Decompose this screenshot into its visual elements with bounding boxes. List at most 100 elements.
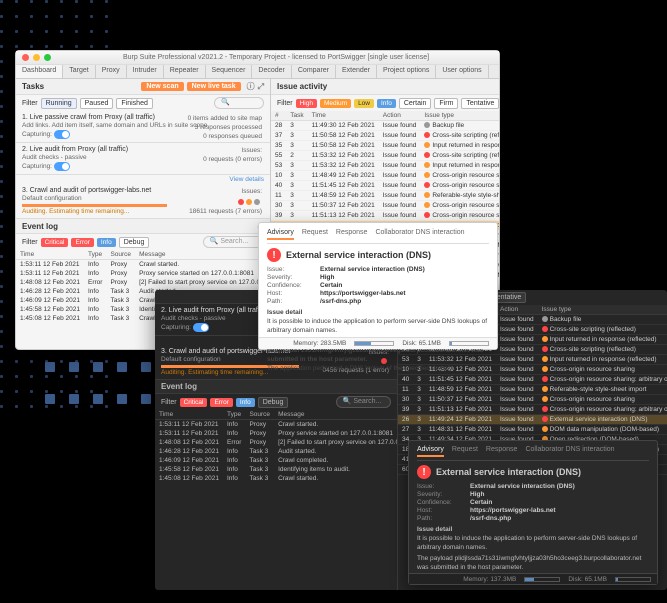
issue-row[interactable]: 40311:51:45 12 Feb 2021Issue foundCross-… (271, 181, 499, 191)
tab-request[interactable]: Request (452, 446, 478, 457)
tab-request[interactable]: Request (302, 229, 328, 240)
close-icon[interactable] (22, 54, 29, 61)
dark-advisory-tabs: Advisory Request Response Collaborator D… (417, 446, 649, 461)
eventlog-search[interactable]: 🔍 Search... (203, 236, 264, 248)
task-card-1[interactable]: 1. Live passive crawl from Proxy (all tr… (16, 111, 270, 143)
tab-collab[interactable]: Collaborator DNS interaction (375, 229, 464, 240)
tab-advisory[interactable]: Advisory (267, 229, 294, 240)
evlog-row[interactable]: 1:46:28 12 Feb 2021InfoTask 3Audit start… (155, 447, 397, 456)
chip-medium[interactable]: Medium (320, 99, 351, 108)
chip-info[interactable]: Info (377, 99, 396, 108)
chip-high[interactable]: High (296, 99, 317, 108)
issue-row[interactable]: 28311:49:30 12 Feb 2021Issue foundBackup… (271, 121, 499, 131)
tab-extender[interactable]: Extender (336, 65, 377, 78)
chip-critical[interactable]: Critical (41, 238, 69, 247)
tab-advisory[interactable]: Advisory (417, 446, 444, 457)
tasks-search[interactable]: 🔍 (214, 97, 264, 109)
issue-row[interactable]: 39311:51:13 12 Feb 2021Issue foundCross-… (398, 405, 667, 415)
col-type[interactable]: Type (223, 410, 245, 420)
issue-row[interactable]: 10311:48:49 12 Feb 2021Issue foundCross-… (271, 171, 499, 181)
chip-info[interactable]: Info (236, 398, 255, 407)
evlog-row[interactable]: 1:48:08 12 Feb 2021ErrorProxy[2] Failed … (155, 438, 397, 447)
chip-info[interactable]: Info (97, 238, 116, 247)
chip-tentative[interactable]: Tentative (461, 98, 499, 109)
col-source[interactable]: Source (245, 410, 274, 420)
chip-critical[interactable]: Critical (180, 398, 208, 407)
evlog-row[interactable]: 1:45:08 12 Feb 2021InfoTask 3Crawl start… (155, 474, 397, 483)
chip-certain[interactable]: Certain (399, 98, 432, 109)
tab-repeater[interactable]: Repeater (164, 65, 206, 78)
dark-evlog-search[interactable]: 🔍 Search... (336, 396, 391, 408)
tab-response[interactable]: Response (486, 446, 518, 457)
new-scan-button[interactable]: New scan (141, 82, 183, 91)
issue-row[interactable]: 40311:51:45 12 Feb 2021Issue foundCross-… (398, 375, 667, 385)
tab-target[interactable]: Target (63, 65, 95, 78)
capturing-toggle-icon[interactable] (54, 162, 70, 171)
tab-proxy[interactable]: Proxy (96, 65, 127, 78)
chip-debug[interactable]: Debug (258, 397, 289, 408)
capturing-toggle-icon[interactable] (193, 323, 209, 332)
issue-row[interactable]: 30311:50:37 12 Feb 2021Issue foundCross-… (271, 201, 499, 211)
chip-error[interactable]: Error (210, 398, 232, 407)
view-details-link[interactable]: View details (16, 175, 270, 184)
chip-firm[interactable]: Firm (434, 98, 458, 109)
issue-row[interactable]: 26311:49:24 12 Feb 2021Issue foundExtern… (398, 415, 667, 425)
evlog-row[interactable]: 1:46:09 12 Feb 2021InfoTask 3Crawl compl… (155, 456, 397, 465)
filter-paused[interactable]: Paused (80, 98, 114, 109)
col-issue-type[interactable]: Issue type (420, 111, 499, 121)
evlog-row[interactable]: 1:45:58 12 Feb 2021InfoTask 3Identifying… (155, 465, 397, 474)
filter-finished[interactable]: Finished (116, 98, 152, 109)
tab-response[interactable]: Response (336, 229, 368, 240)
tab-comparer[interactable]: Comparer (292, 65, 336, 78)
filter-running[interactable]: Running (41, 98, 77, 109)
tab-sequencer[interactable]: Sequencer (206, 65, 253, 78)
issue-row[interactable]: 37311:50:58 12 Feb 2021Issue foundCross-… (271, 131, 499, 141)
fullscreen-icon[interactable] (44, 54, 51, 61)
col-action[interactable]: Action (379, 111, 421, 121)
tasks-filter: Filter Running Paused Finished 🔍 (16, 95, 270, 111)
minimize-icon[interactable] (33, 54, 40, 61)
new-live-task-button[interactable]: New live task (187, 82, 241, 91)
tab-collab[interactable]: Collaborator DNS interaction (525, 446, 614, 457)
evlog-row[interactable]: 1:53:11 12 Feb 2021InfoProxyCrawl starte… (155, 420, 397, 430)
col-type[interactable]: Type (84, 250, 106, 260)
col-time[interactable]: Time (16, 250, 84, 260)
chip-error[interactable]: Error (71, 238, 93, 247)
col-#[interactable]: # (271, 111, 286, 121)
severity-dot-icon (542, 316, 548, 322)
issue-row[interactable]: 11311:48:59 12 Feb 2021Issue foundRefera… (271, 191, 499, 201)
traffic-lights[interactable] (22, 54, 51, 61)
issue-row[interactable]: 53311:53:32 12 Feb 2021Issue foundInput … (271, 161, 499, 171)
col-message[interactable]: Message (274, 410, 397, 420)
tab-decoder[interactable]: Decoder (252, 65, 291, 78)
issue-row[interactable]: 39311:51:13 12 Feb 2021Issue foundCross-… (271, 211, 499, 221)
evlog-row[interactable]: 1:48:08 12 Feb 2021ErrorProxy[2] Failed … (16, 278, 270, 287)
issue-row[interactable]: 11311:48:59 12 Feb 2021Issue foundRefera… (398, 385, 667, 395)
col-action[interactable]: Action (496, 305, 538, 315)
capturing-toggle-icon[interactable] (54, 130, 70, 139)
evlog-row[interactable]: 1:53:11 12 Feb 2021InfoProxyProxy servic… (155, 429, 397, 438)
tab-project-options[interactable]: Project options (377, 65, 436, 78)
col-issue-type[interactable]: Issue type (538, 305, 667, 315)
evlog-row[interactable]: 1:53:11 12 Feb 2021InfoProxyCrawl starte… (16, 260, 270, 270)
help-icon[interactable]: ⓘ (247, 81, 255, 92)
expand-icon[interactable]: ⤢ (258, 82, 264, 92)
task-card-2[interactable]: 2. Live audit from Proxy (all traffic) A… (16, 143, 270, 175)
task-card-3[interactable]: 3. Crawl and audit of portswigger-labs.n… (16, 184, 270, 219)
issue-row[interactable]: 30311:50:37 12 Feb 2021Issue foundCross-… (398, 395, 667, 405)
evlog-row[interactable]: 1:53:11 12 Feb 2021InfoProxyProxy servic… (16, 269, 270, 278)
col-task[interactable]: Task (286, 111, 307, 121)
col-message[interactable]: Message (135, 250, 270, 260)
issue-row[interactable]: 55211:53:32 12 Feb 2021Issue foundCross-… (271, 151, 499, 161)
chip-debug[interactable]: Debug (119, 237, 150, 248)
issue-row[interactable]: 35311:50:58 12 Feb 2021Issue foundInput … (271, 141, 499, 151)
tab-user-options[interactable]: User options (436, 65, 488, 78)
tab-dashboard[interactable]: Dashboard (16, 65, 63, 78)
col-source[interactable]: Source (106, 250, 135, 260)
col-time[interactable]: Time (155, 410, 223, 420)
tab-intruder[interactable]: Intruder (127, 65, 164, 78)
issue-row[interactable]: 27311:48:31 12 Feb 2021Issue foundDOM da… (398, 425, 667, 435)
issue-filter: Filter High Medium Low Info Certain Firm… (271, 95, 499, 111)
col-time[interactable]: Time (308, 111, 379, 121)
chip-low[interactable]: Low (354, 99, 374, 108)
